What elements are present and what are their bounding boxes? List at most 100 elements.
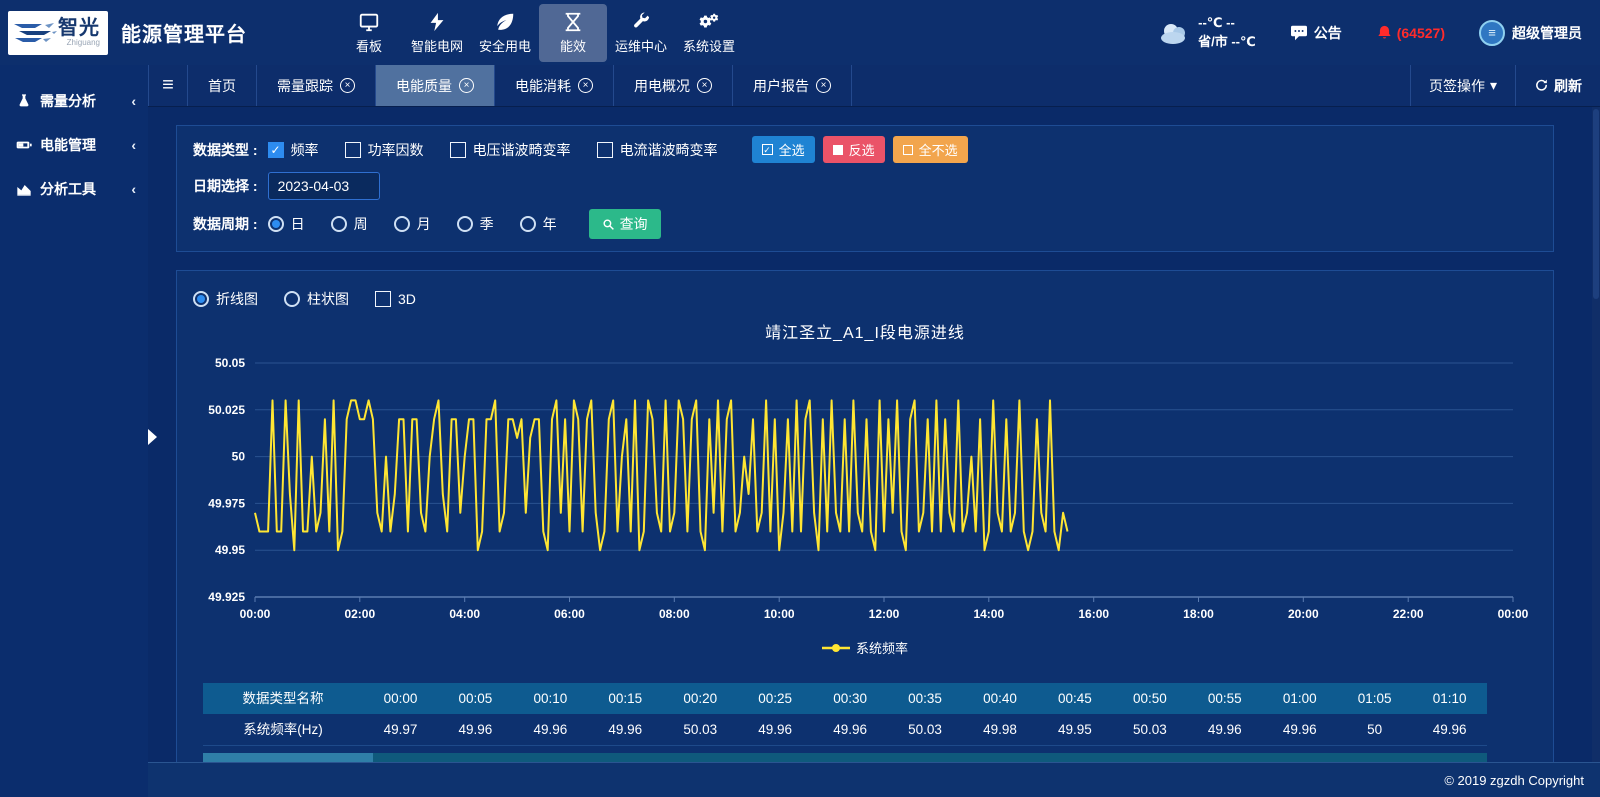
query-button[interactable]: 查询 <box>589 209 661 239</box>
table-cell: 49.96 <box>1187 714 1262 745</box>
table-cell: 49.96 <box>438 714 513 745</box>
tab-actions-dropdown[interactable]: 页签操作 ▾ <box>1410 65 1515 106</box>
radio-week[interactable]: 周 <box>331 214 368 234</box>
scrollbar-thumb[interactable] <box>203 753 373 762</box>
tab-user-report[interactable]: 用户报告 × <box>733 65 852 106</box>
cloud-icon <box>1158 20 1192 46</box>
checkbox-frequency[interactable]: ✓ 频率 <box>268 140 319 160</box>
date-label: 日期选择 : <box>193 176 258 196</box>
svg-text:06:00: 06:00 <box>554 607 585 621</box>
radio-label: 年 <box>543 214 557 234</box>
radio-line-chart[interactable]: 折线图 <box>193 289 258 309</box>
tab-power-quality[interactable]: 电能质量 × <box>376 65 495 106</box>
table-cell: 系统频率(Hz) <box>203 714 363 745</box>
table-cell: 50.03 <box>1112 714 1187 745</box>
radio-quarter[interactable]: 季 <box>457 214 494 234</box>
sidebar-item-analysis-tools[interactable]: 分析工具 ‹ <box>0 167 148 211</box>
nav-item-safe-power[interactable]: 安全用电 <box>471 4 539 62</box>
tab-energy-consumption[interactable]: 电能消耗 × <box>495 65 614 106</box>
nav-item-dashboard[interactable]: 看板 <box>335 4 403 62</box>
table-header-cell: 00:15 <box>588 683 663 714</box>
checkbox-icon[interactable] <box>597 142 613 158</box>
area-chart-icon <box>16 181 32 197</box>
announcement-label: 公告 <box>1314 23 1342 43</box>
date-row: 日期选择 : <box>193 172 1537 200</box>
radio-icon[interactable] <box>520 216 536 232</box>
checkbox-icon[interactable] <box>450 142 466 158</box>
radio-icon[interactable] <box>284 291 300 307</box>
tab-power-overview[interactable]: 用电概况 × <box>614 65 733 106</box>
table-header-cell: 00:10 <box>513 683 588 714</box>
chart-legend[interactable]: 系统频率 <box>191 638 1539 657</box>
table-header-cell: 00:05 <box>438 683 513 714</box>
checkbox-3d[interactable]: 3D <box>375 291 416 307</box>
svg-text:49.95: 49.95 <box>215 543 245 557</box>
refresh-button[interactable]: 刷新 <box>1515 65 1600 106</box>
svg-text:20:00: 20:00 <box>1288 607 1319 621</box>
checkbox-checked-icon[interactable]: ✓ <box>268 142 284 158</box>
checkbox-icon[interactable] <box>375 291 391 307</box>
invert-selection-button[interactable]: 反选 <box>823 136 885 163</box>
table-header-cell: 00:50 <box>1112 683 1187 714</box>
notification-button[interactable]: (64527) <box>1376 24 1445 42</box>
sidebar-item-demand-analysis[interactable]: 需量分析 ‹ <box>0 79 148 123</box>
table-cell: 50.03 <box>888 714 963 745</box>
checkbox-icon[interactable] <box>345 142 361 158</box>
radio-year[interactable]: 年 <box>520 214 557 234</box>
radio-icon[interactable] <box>331 216 347 232</box>
radio-selected-icon[interactable] <box>268 216 284 232</box>
horizontal-scrollbar[interactable] <box>203 753 1487 762</box>
table-cell: 49.96 <box>813 714 888 745</box>
tab-home[interactable]: 首页 <box>188 65 257 106</box>
table-cell: 50.03 <box>663 714 738 745</box>
filter-panel: 数据类型 : ✓ 频率 功率因数 电压谐波畸变率 <box>176 125 1554 252</box>
battery-icon <box>16 137 32 153</box>
tab-demand-tracking[interactable]: 需量跟踪 × <box>257 65 376 106</box>
table-header-row: 数据类型名称00:0000:0500:1000:1500:2000:2500:3… <box>203 683 1487 714</box>
radio-icon[interactable] <box>457 216 473 232</box>
radio-bar-chart[interactable]: 柱状图 <box>284 289 349 309</box>
checkbox-current-thd[interactable]: 电流谐波畸变率 <box>597 140 718 160</box>
radio-icon[interactable] <box>394 216 410 232</box>
table-header-cell: 00:30 <box>813 683 888 714</box>
scrollbar-thumb[interactable] <box>1593 109 1599 299</box>
tab-label: 首页 <box>208 76 236 96</box>
close-icon[interactable]: × <box>459 78 474 93</box>
close-icon[interactable]: × <box>340 78 355 93</box>
radio-day[interactable]: 日 <box>268 214 305 234</box>
data-table: 数据类型名称00:0000:0500:1000:1500:2000:2500:3… <box>203 683 1487 746</box>
period-row: 数据周期 : 日 周 月 季 年 查询 <box>193 209 1537 239</box>
checked-square-icon: ✓ <box>762 144 773 155</box>
data-type-row: 数据类型 : ✓ 频率 功率因数 电压谐波畸变率 <box>193 136 1537 163</box>
nav-item-ops-center[interactable]: 运维中心 <box>607 4 675 62</box>
nav-item-system-settings[interactable]: 系统设置 <box>675 4 743 62</box>
gears-icon <box>698 11 720 33</box>
sidebar-collapse-handle[interactable] <box>148 429 157 445</box>
nav-label: 系统设置 <box>683 36 735 55</box>
date-input[interactable] <box>268 172 380 200</box>
svg-text:02:00: 02:00 <box>344 607 375 621</box>
frequency-chart-svg: 50.0550.0255049.97549.9549.92500:0002:00… <box>191 349 1531 631</box>
hamburger-menu-icon[interactable]: ≡ <box>148 65 188 106</box>
logo-subtext: Zhiguang <box>58 39 100 47</box>
close-icon[interactable]: × <box>578 78 593 93</box>
radio-month[interactable]: 月 <box>394 214 431 234</box>
table-header-cell: 01:10 <box>1412 683 1487 714</box>
close-icon[interactable]: × <box>816 78 831 93</box>
sidebar-item-energy-management[interactable]: 电能管理 ‹ <box>0 123 148 167</box>
user-menu[interactable]: ≡ 超级管理员 <box>1479 20 1582 46</box>
radio-selected-icon[interactable] <box>193 291 209 307</box>
weather-temp: --℃ -- <box>1198 14 1256 33</box>
monitor-icon <box>358 11 380 33</box>
checkbox-label: 电流谐波畸变率 <box>620 140 718 160</box>
checkbox-power-factor[interactable]: 功率因数 <box>345 140 424 160</box>
nav-item-energy-efficiency[interactable]: 能效 <box>539 4 607 62</box>
checkbox-voltage-thd[interactable]: 电压谐波畸变率 <box>450 140 571 160</box>
vertical-scrollbar[interactable] <box>1592 107 1600 762</box>
close-icon[interactable]: × <box>697 78 712 93</box>
announcement-button[interactable]: 公告 <box>1290 23 1342 43</box>
svg-text:49.925: 49.925 <box>208 590 245 604</box>
nav-item-smart-grid[interactable]: 智能电网 <box>403 4 471 62</box>
select-none-button[interactable]: 全不选 <box>893 136 968 163</box>
select-all-button[interactable]: ✓ 全选 <box>752 136 815 163</box>
